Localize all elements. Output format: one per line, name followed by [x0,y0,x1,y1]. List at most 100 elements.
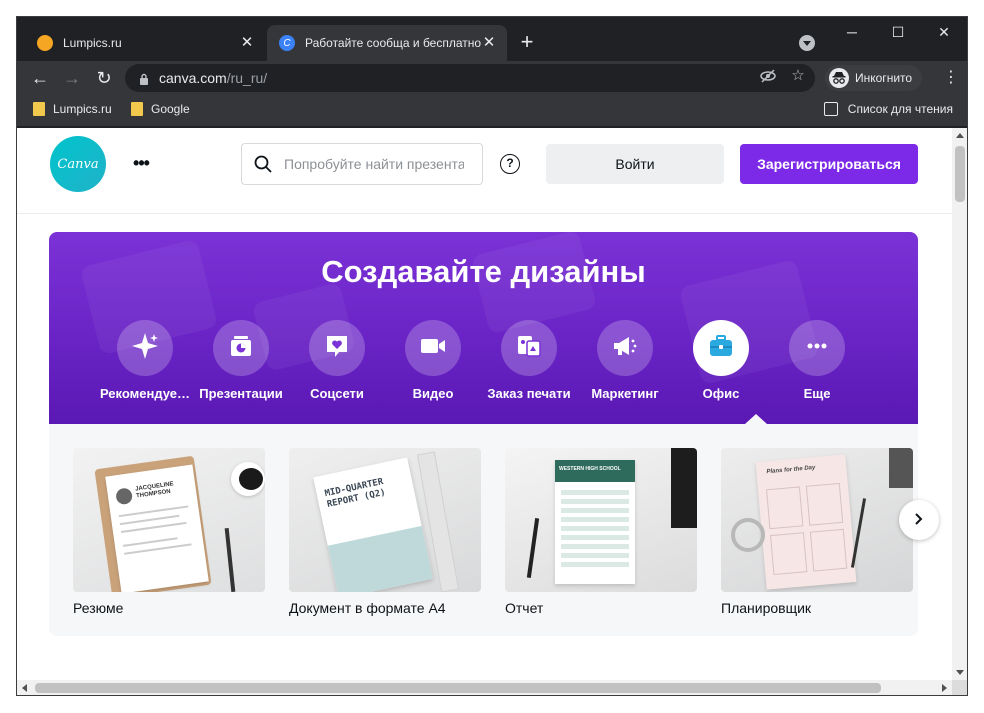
megaphone-icon [610,331,640,366]
hero-banner: Создавайте дизайны Рекомендуе… Презентац… [49,232,918,424]
resume-thumbnail: JACQUELINE THOMPSON [73,448,265,592]
heart-chat-icon [323,332,351,365]
incognito-label: Инкогнито [855,71,913,85]
maximize-button[interactable]: ☐ [875,17,921,47]
template-card-resume[interactable]: JACQUELINE THOMPSON Резюме [73,448,265,616]
tracking-blocked-eye-icon[interactable] [759,67,777,85]
search-box[interactable] [241,143,483,185]
video-camera-icon [418,331,448,366]
reload-icon[interactable]: ↻ [91,65,117,91]
canva-header: Canva ••• ? Войти Зарегистрироваться [17,128,952,214]
category-label: Видео [412,386,454,401]
tab-title: Lumpics.ru [63,36,122,50]
vertical-scroll-thumb[interactable] [955,146,965,202]
vertical-scrollbar[interactable] [952,128,967,680]
a4-document-thumbnail: MID-QUARTER REPORT (Q2) [289,448,481,592]
category-label: Еще [803,386,831,401]
search-input[interactable] [284,156,464,172]
carousel-next-button[interactable] [899,500,939,540]
bookmark-google[interactable]: Google [131,102,190,116]
category-marketing[interactable]: Маркетинг [577,320,673,401]
close-tab-icon[interactable]: ✕ [239,35,255,51]
address-bar[interactable]: canva.com/ru_ru/ [125,64,815,92]
tab-strip: Lumpics.ru ✕ C Работайте сообща и беспла… [17,17,967,61]
bookmark-label: Lumpics.ru [53,102,112,116]
report-title-text: MID-QUARTER REPORT (Q2) [323,476,387,510]
scroll-left-arrow-icon[interactable] [22,684,27,692]
planner-title-text: Plans for the Day [766,464,816,476]
close-window-button[interactable]: ✕ [921,17,967,47]
bookmark-star-icon[interactable]: ☆ [789,67,807,85]
scroll-down-arrow-icon[interactable] [956,670,964,675]
browser-menu-icon[interactable]: ⋮ [941,67,961,89]
more-dots-icon [803,332,831,365]
card-caption: Планировщик [721,600,812,616]
hero-title: Создавайте дизайны [321,254,646,289]
reading-list-icon [823,102,838,116]
search-icon [254,155,272,173]
reading-list-button[interactable]: Список для чтения [823,102,953,116]
browser-toolbar: ← → ↻ canva.com/ru_ru/ ☆ Инкогнито ⋮ [17,61,967,95]
horizontal-scroll-thumb[interactable] [35,683,881,693]
window-controls: ─ ☐ ✕ [829,17,967,47]
card-caption: Отчет [505,600,544,616]
card-caption: Резюме [73,600,124,616]
help-icon[interactable]: ? [500,154,520,174]
presentation-icon [227,332,255,365]
incognito-profile-button[interactable]: Инкогнито [825,65,923,91]
incognito-icon [829,68,849,88]
scrollbar-corner [952,680,967,695]
report-thumbnail: WESTERN HIGH SCHOOL [505,448,697,592]
category-label: Заказ печати [487,386,571,401]
browser-window: Lumpics.ru ✕ C Работайте сообща и беспла… [16,16,968,696]
tab-lumpics[interactable]: Lumpics.ru ✕ [25,25,265,61]
page-viewport: Canva ••• ? Войти Зарегистрироваться Соз… [17,128,952,680]
reading-list-label: Список для чтения [847,102,953,116]
category-video[interactable]: Видео [385,320,481,401]
category-more[interactable]: Еще [769,320,865,401]
tab-canva[interactable]: C Работайте сообща и бесплатно ✕ [267,25,507,61]
category-label: Соцсети [310,386,364,401]
chevron-right-icon [913,510,925,531]
bookmarks-bar: Lumpics.ru Google Список для чтения [17,95,967,127]
template-card-a4-document[interactable]: MID-QUARTER REPORT (Q2) Документ в форма… [289,448,481,616]
category-label: Маркетинг [591,386,659,401]
tab-title: Работайте сообща и бесплатно [305,36,481,50]
minimize-button[interactable]: ─ [829,17,875,47]
tab-search-icon[interactable] [799,35,815,51]
template-card-report[interactable]: WESTERN HIGH SCHOOL Отчет [505,448,697,616]
folder-icon [131,102,143,116]
back-arrow-icon[interactable]: ← [27,65,53,91]
card-caption: Документ в формате А4 [289,600,446,616]
scroll-right-arrow-icon[interactable] [942,684,947,692]
category-label: Презентации [199,386,283,401]
url-text: canva.com/ru_ru/ [159,70,268,86]
category-social[interactable]: Соцсети [289,320,385,401]
signup-button[interactable]: Зарегистрироваться [740,144,918,184]
briefcase-icon [706,331,736,366]
active-category-pointer [745,414,767,424]
canva-favicon-icon: C [279,35,295,51]
login-button[interactable]: Войти [546,144,724,184]
template-card-planner[interactable]: Plans for the Day Планировщик [721,448,913,616]
school-name-text: WESTERN HIGH SCHOOL [559,466,621,472]
category-office[interactable]: Офис [673,320,769,401]
close-tab-icon[interactable]: ✕ [481,35,497,51]
horizontal-scrollbar[interactable] [17,680,952,695]
canva-logo[interactable]: Canva [50,136,106,192]
new-tab-button[interactable]: + [515,31,539,55]
planner-thumbnail: Plans for the Day [721,448,913,592]
category-label: Рекомендуе… [99,386,191,401]
category-recommended[interactable]: Рекомендуе… [97,320,193,401]
more-options-icon[interactable]: ••• [129,152,153,176]
print-icon [515,332,543,365]
bookmark-lumpics[interactable]: Lumpics.ru [33,102,112,116]
forward-arrow-icon[interactable]: → [59,65,85,91]
category-presentations[interactable]: Презентации [193,320,289,401]
folder-icon [33,102,45,116]
lumpics-favicon-icon [37,35,53,51]
category-list: Рекомендуе… Презентации Соцсети Видео За… [97,320,865,401]
category-print[interactable]: Заказ печати [481,320,577,401]
category-label: Офис [702,386,740,401]
scroll-up-arrow-icon[interactable] [956,133,964,138]
